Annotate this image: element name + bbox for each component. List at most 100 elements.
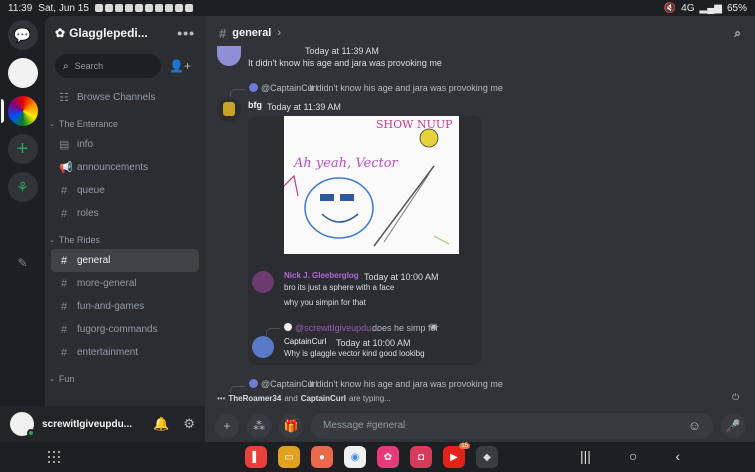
channel-label: more-general	[77, 278, 137, 289]
drawing-svg	[284, 128, 450, 247]
discover-icon[interactable]: ⚘	[7, 172, 38, 202]
status-time: 11:39	[8, 2, 33, 14]
embed-timestamp: Today at 10:00 AM	[336, 338, 411, 348]
rules-icon: ▤	[59, 139, 70, 151]
channel-label: info	[77, 139, 94, 150]
system-nav-bar: ▌ ▭ ● ◉ ✿ ◘ ▶ 15 ◆ ||| ○ ‹	[0, 442, 755, 472]
channel-queue[interactable]: # queue	[51, 179, 199, 202]
message-author[interactable]: bfg	[248, 100, 262, 110]
embed-reply-text: does he simp for	[372, 323, 439, 333]
message-timestamp: Today at 11:39 AM	[267, 102, 341, 112]
drawing-text-show: SHOW NUUP	[376, 118, 453, 131]
chrome-icon[interactable]: ◉	[344, 446, 366, 468]
search-row: ⌕ Search 👤+	[45, 50, 205, 86]
youtube-icon[interactable]: ▶ 15	[443, 443, 470, 468]
avatar[interactable]	[217, 46, 241, 66]
drawing-text-ah-yeah: Ah yeah, Vector	[294, 156, 398, 171]
search-input[interactable]: ⌕ Search	[55, 54, 161, 78]
reply-connector	[230, 89, 245, 97]
reply-text[interactable]: It didn't know his age and jara was prov…	[309, 83, 503, 93]
home-icon[interactable]: ○	[629, 448, 637, 464]
category-the-rides[interactable]: ⌄ The Rides	[45, 231, 205, 249]
reply-text[interactable]: It didn't know his age and jara was prov…	[309, 379, 503, 389]
hash-icon: #	[60, 277, 68, 290]
embed-author[interactable]: Nick J. Gleeberglog	[284, 271, 359, 280]
message-placeholder: Message #general	[323, 420, 406, 431]
youtube-badge: 15	[459, 443, 470, 449]
typing-suffix: are typing...	[349, 394, 391, 403]
browse-channels-label: Browse Channels	[77, 92, 156, 103]
avatar[interactable]	[252, 271, 274, 293]
avatar[interactable]	[217, 98, 241, 122]
channel-info[interactable]: ▤ info	[51, 133, 199, 156]
chevron-right-icon: ›	[277, 27, 282, 39]
category-label: The Enterance	[58, 119, 118, 129]
server-rail: 💬 + ⚘ ✎	[0, 16, 45, 406]
avatar[interactable]	[252, 336, 274, 358]
camera-icon[interactable]: ◘	[410, 446, 432, 468]
message-input[interactable]: Message #general ☺	[311, 412, 713, 439]
recent-apps-icon[interactable]: |||	[580, 448, 591, 464]
more-options-icon[interactable]: •••	[177, 25, 195, 41]
jump-icon[interactable]: ⏻	[732, 392, 739, 403]
microphone-icon[interactable]: 🎤	[721, 413, 745, 438]
chat-header[interactable]: # general › ⌕	[205, 16, 755, 50]
files-icon[interactable]: ▭	[278, 446, 300, 468]
embed-line: Why is glaggle vector kind good lookibg	[284, 349, 425, 358]
search-placeholder: Search	[74, 61, 104, 71]
pencil-icon[interactable]: ✎	[17, 256, 27, 270]
app-icon-red[interactable]: ▌	[245, 446, 267, 468]
add-server-icon[interactable]: +	[7, 134, 38, 164]
channel-entertainment[interactable]: # entertainment	[51, 341, 199, 364]
channel-announcements[interactable]: 📢 announcements	[51, 156, 199, 179]
user-panel: screwitIgiveupdu... 🔔 ⚙	[0, 406, 205, 442]
avatar[interactable]	[10, 412, 35, 437]
notification-icons	[94, 4, 193, 12]
add-user-icon[interactable]: 👤+	[169, 59, 191, 73]
bell-icon[interactable]: 🔔	[153, 416, 169, 432]
flower-app-icon[interactable]: ✿	[377, 446, 399, 468]
channel-fugorg-commands[interactable]: # fugorg-commands	[51, 318, 199, 341]
category-label: The Rides	[58, 235, 100, 245]
server-icon-current-wrap	[0, 96, 38, 126]
channel-roles[interactable]: # roles	[51, 202, 199, 225]
guild-header[interactable]: ✿ Glagglepedi... •••	[45, 16, 205, 50]
category-fun[interactable]: ⌄ Fun	[45, 370, 205, 388]
reply-avatar	[249, 83, 258, 92]
contacts-icon[interactable]: ●	[311, 446, 333, 468]
browse-channels-item[interactable]: ☷ Browse Channels	[51, 86, 199, 109]
category-the-enterance[interactable]: ⌄ The Enterance	[45, 115, 205, 133]
gift-icon[interactable]: 🎁	[279, 413, 303, 438]
channel-general[interactable]: # general	[51, 249, 199, 272]
channel-more-general[interactable]: # more-general	[51, 272, 199, 295]
embed-author[interactable]: CaptainCurl	[284, 337, 326, 346]
back-icon[interactable]: ‹	[675, 448, 680, 464]
hash-icon: #	[60, 346, 68, 359]
hash-icon: #	[60, 254, 68, 267]
megaphone-icon: 📢	[59, 162, 73, 174]
chat-area: # general › ⌕ Today at 11:39 AM It didn'…	[205, 16, 755, 442]
status-date: Sat, Jun 15	[38, 2, 89, 14]
emoji-icon[interactable]: ☺	[688, 418, 701, 433]
channel-label: fugorg-commands	[77, 324, 158, 335]
add-attachment-icon[interactable]: +	[215, 413, 239, 438]
direct-messages-icon[interactable]: 💬	[7, 20, 38, 50]
selected-server-pill	[0, 99, 4, 123]
signal-icon: ▂▄▆	[699, 2, 722, 14]
username[interactable]: screwitIgiveupdu...	[42, 419, 132, 430]
image-attachment[interactable]: Ah yeah, Vector SHOW NUUP Nick J. Gleebe…	[248, 116, 482, 365]
app-drawer-icon[interactable]	[48, 451, 60, 463]
gear-icon[interactable]: ⚙	[183, 416, 195, 432]
hash-icon: #	[60, 207, 68, 220]
message-text[interactable]: It didn't know his age and jara was prov…	[248, 58, 442, 68]
roblox-icon[interactable]: ◆	[476, 446, 498, 468]
search-icon[interactable]: ⌕	[734, 26, 741, 41]
server-icon-current[interactable]	[7, 96, 38, 126]
drawing-image: Ah yeah, Vector SHOW NUUP	[284, 116, 459, 254]
channel-fun-and-games[interactable]: # fun-and-games	[51, 295, 199, 318]
hash-icon: #	[60, 184, 68, 197]
network-label: 4G	[681, 2, 695, 14]
server-icon-1[interactable]	[7, 58, 38, 88]
app-dock: ▌ ▭ ● ◉ ✿ ◘ ▶ 15 ◆	[245, 443, 498, 468]
apps-icon[interactable]: ⁂	[247, 413, 271, 438]
